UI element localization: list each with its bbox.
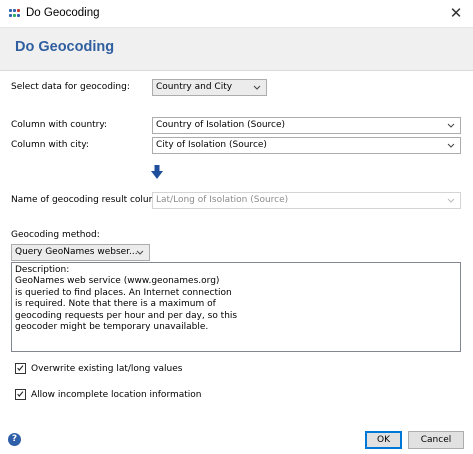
country-column-value: Country of Isolation (Source) bbox=[156, 120, 286, 130]
overwrite-checkbox[interactable] bbox=[15, 363, 26, 374]
description-textarea[interactable]: Description: GeoNames web service (www.g… bbox=[11, 262, 461, 352]
window-title: Do Geocoding bbox=[26, 7, 100, 19]
app-grid-icon bbox=[9, 9, 20, 18]
incomplete-location-checkbox[interactable] bbox=[15, 389, 26, 400]
result-column-label: Name of geocoding result column: bbox=[11, 195, 167, 205]
city-column-value: City of Isolation (Source) bbox=[156, 140, 267, 150]
chevron-down-icon bbox=[447, 198, 455, 203]
city-column-dropdown[interactable]: City of Isolation (Source) bbox=[152, 137, 461, 154]
chevron-down-icon bbox=[447, 143, 455, 148]
incomplete-location-label: Allow incomplete location information bbox=[31, 390, 202, 400]
ok-button[interactable]: OK bbox=[365, 431, 402, 449]
country-column-dropdown[interactable]: Country of Isolation (Source) bbox=[152, 117, 461, 134]
close-icon: ✕ bbox=[449, 4, 463, 22]
dialog-heading: Do Geocoding bbox=[15, 39, 115, 55]
chevron-down-icon bbox=[253, 85, 261, 90]
close-button[interactable]: ✕ bbox=[447, 4, 465, 22]
dialog-header: Do Geocoding bbox=[0, 28, 473, 71]
result-column-dropdown: Lat/Long of Isolation (Source) bbox=[152, 192, 461, 209]
geocoding-method-label: Geocoding method: bbox=[11, 230, 100, 240]
select-data-dropdown[interactable]: Country and City bbox=[152, 79, 267, 96]
city-column-label: Column with city: bbox=[11, 140, 89, 150]
select-data-label: Select data for geocoding: bbox=[11, 82, 130, 92]
result-column-value: Lat/Long of Isolation (Source) bbox=[156, 195, 289, 205]
cancel-button[interactable]: Cancel bbox=[408, 431, 464, 449]
select-data-value: Country and City bbox=[156, 82, 233, 92]
geocoding-method-value: Query GeoNames webser... bbox=[15, 247, 138, 257]
overwrite-label: Overwrite existing lat/long values bbox=[31, 364, 183, 374]
chevron-down-icon bbox=[447, 123, 455, 128]
arrow-down-icon bbox=[151, 165, 163, 179]
geocoding-method-dropdown[interactable]: Query GeoNames webser... bbox=[11, 244, 150, 261]
window-titlebar: Do Geocoding ✕ bbox=[0, 0, 473, 28]
check-icon bbox=[17, 365, 24, 371]
check-icon bbox=[17, 391, 24, 397]
help-icon[interactable]: ? bbox=[8, 433, 21, 446]
country-column-label: Column with country: bbox=[11, 120, 108, 130]
chevron-down-icon bbox=[136, 250, 144, 255]
